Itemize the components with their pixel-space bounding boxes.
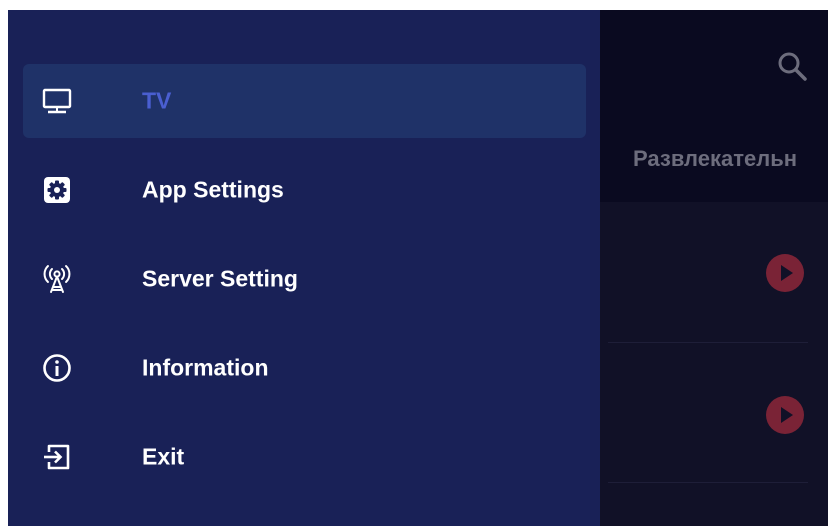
- menu-item-label: Information: [142, 354, 269, 381]
- category-tab[interactable]: Развлекательн: [633, 146, 797, 172]
- play-button[interactable]: [766, 396, 804, 434]
- tv-icon: [41, 85, 73, 117]
- play-icon: [781, 265, 793, 281]
- menu-item-app-settings[interactable]: App Settings: [23, 153, 586, 227]
- menu-item-tv[interactable]: TV: [23, 64, 586, 138]
- play-button[interactable]: [766, 254, 804, 292]
- gear-icon: [41, 174, 73, 206]
- menu-item-label: Server Setting: [142, 265, 298, 292]
- menu-item-information[interactable]: Information: [23, 331, 586, 405]
- search-icon: [778, 52, 807, 81]
- menu-item-exit[interactable]: Exit: [23, 420, 586, 494]
- menu-item-server-setting[interactable]: Server Setting: [23, 242, 586, 316]
- menu-item-label: TV: [142, 87, 172, 114]
- menu-item-label: App Settings: [142, 176, 284, 203]
- antenna-icon: [41, 263, 73, 295]
- navigation-drawer: TV App Settings Server Setting Informati…: [8, 10, 600, 526]
- exit-icon: [41, 441, 73, 473]
- info-icon: [41, 352, 73, 384]
- menu-item-label: Exit: [142, 443, 185, 470]
- app-screen: Развлекательн TV App Settings Server Set…: [8, 10, 828, 526]
- play-icon: [781, 407, 793, 423]
- search-button[interactable]: [772, 46, 812, 86]
